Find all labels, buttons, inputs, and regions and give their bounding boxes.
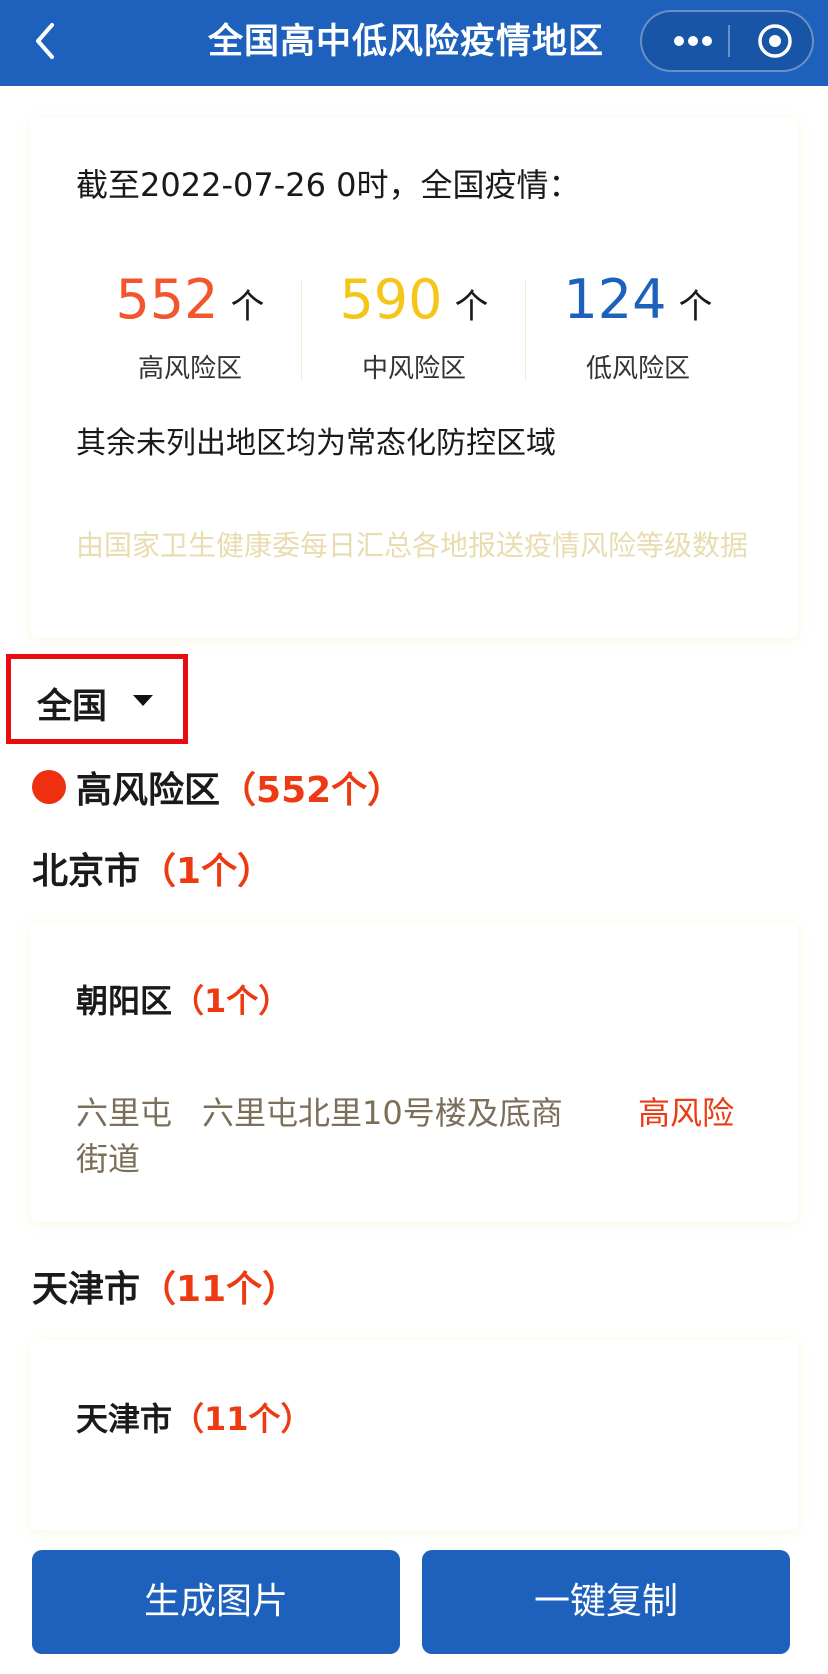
more-button[interactable] [660, 12, 726, 70]
stat-value: 124 [563, 268, 667, 331]
street-name: 六里屯街道 [76, 1094, 173, 1178]
district-title: 朝阳区（1个） [76, 976, 290, 1022]
capsule-divider [728, 25, 730, 57]
risk-level-count: （552个） [220, 770, 404, 811]
stat-value: 590 [339, 268, 443, 331]
region-dropdown[interactable]: 全国 [6, 654, 188, 744]
city-name: 北京市 [32, 851, 141, 892]
stat-unit: 个 [454, 287, 489, 327]
district-card-chaoyang: 朝阳区（1个） 六里屯街道 六里屯北里10号楼及底商 高风险 [30, 922, 798, 1222]
district-name: 朝阳区 [76, 982, 173, 1020]
generate-image-button[interactable]: 生成图片 [32, 1550, 400, 1654]
stat-label: 低风险区 [585, 354, 690, 384]
caret-down-icon [133, 695, 153, 706]
data-source-text: 由国家卫生健康委每日汇总各地报送疫情风险等级数据 [76, 529, 749, 562]
stat-medium-risk: 590 个 中风险区 [302, 268, 526, 398]
close-mini-program-button[interactable] [742, 12, 808, 70]
district-card-tianjin: 天津市（11个） [30, 1340, 798, 1530]
stat-label: 高风险区 [137, 354, 242, 384]
stat-high-risk: 552 个 高风险区 [78, 268, 302, 398]
stat-label: 中风险区 [361, 354, 466, 384]
risk-address: 六里屯北里10号楼及底商 [202, 1094, 563, 1132]
stat-value: 552 [115, 268, 219, 331]
mini-program-capsule [640, 10, 814, 72]
city-count: （11个） [140, 1269, 299, 1310]
stat-low-risk: 124 个 低风险区 [526, 268, 750, 398]
target-circle-icon [758, 24, 792, 58]
more-dots-icon [674, 36, 712, 46]
district-title: 天津市（11个） [76, 1394, 313, 1440]
district-count: （11个） [172, 1400, 313, 1438]
stat-unit: 个 [678, 287, 713, 327]
red-dot-icon [32, 770, 66, 804]
high-risk-section-header: 高风险区 （552个） [32, 762, 403, 812]
risk-level-name: 高风险区 [76, 770, 221, 811]
city-title-tianjin[interactable]: 天津市（11个） [32, 1260, 298, 1312]
other-areas-note: 其余未列出地区均为常态化防控区域 [76, 426, 556, 461]
city-title-beijing[interactable]: 北京市（1个） [32, 842, 273, 894]
as-of-text: 截至2022-07-26 0时，全国疫情： [76, 166, 581, 204]
risk-level-tag: 高风险 [638, 1094, 735, 1132]
copy-all-button[interactable]: 一键复制 [422, 1550, 790, 1654]
region-dropdown-label: 全国 [37, 687, 108, 727]
district-count: （1个） [172, 982, 291, 1020]
city-name: 天津市 [32, 1269, 141, 1310]
risk-stats: 552 个 高风险区 590 个 中风险区 124 个 低风险区 [78, 268, 750, 398]
district-name: 天津市 [76, 1400, 173, 1438]
navigation-bar: 全国高中低风险疫情地区 [0, 0, 828, 86]
city-count: （1个） [140, 851, 274, 892]
summary-card: 截至2022-07-26 0时，全国疫情： 552 个 高风险区 590 个 中风险… [30, 118, 798, 638]
stat-unit: 个 [230, 287, 265, 327]
